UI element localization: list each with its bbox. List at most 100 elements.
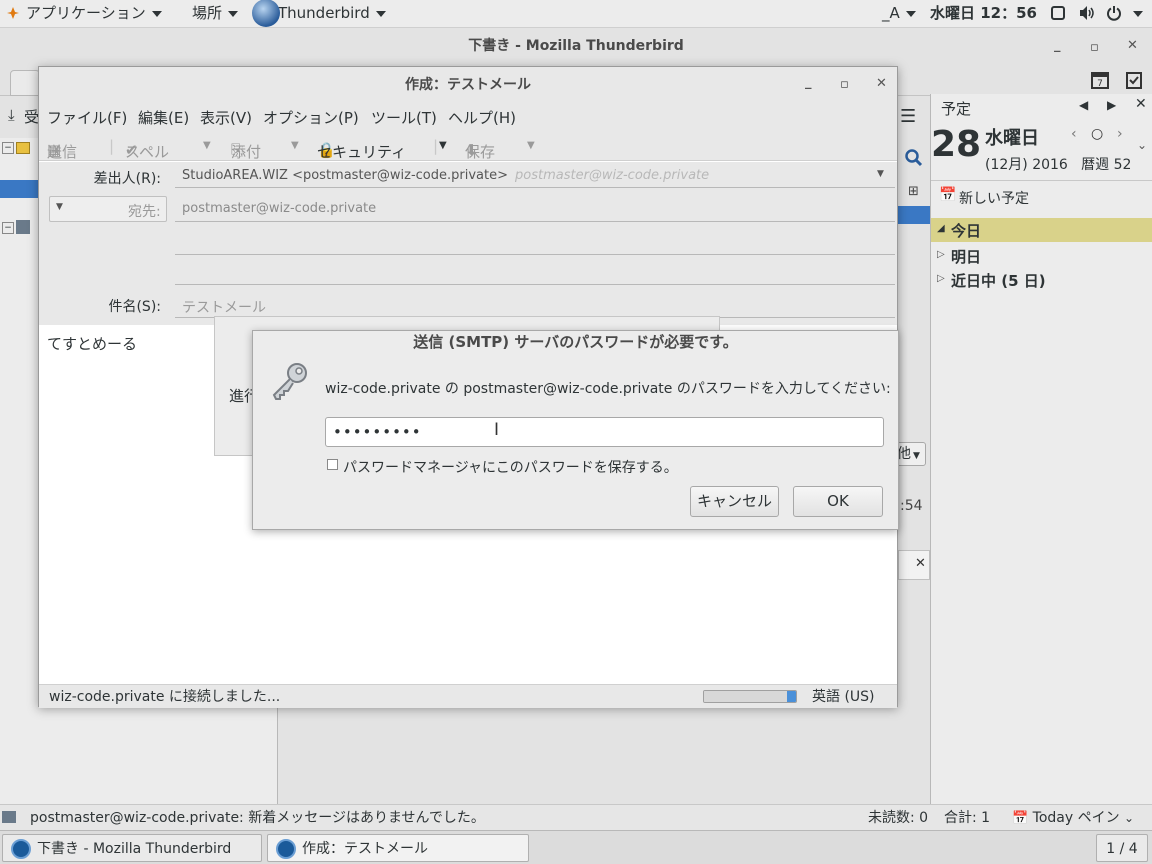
today-icon[interactable]: ○ [1091, 126, 1103, 142]
from-select[interactable]: StudioAREA.WIZ <postmaster@wiz-code.priv… [175, 166, 895, 188]
maximize-icon[interactable]: ▫ [1090, 40, 1099, 55]
today-pane-header: 予定 [941, 100, 972, 118]
save-label: 保存 [465, 143, 496, 161]
message-time: :54 [900, 498, 923, 514]
section-today-label: 今日 [951, 222, 982, 240]
places-menu[interactable]: 場所 [192, 0, 239, 28]
input-method-label: _A [882, 4, 900, 22]
section-tomorrow[interactable]: ▷ 明日 [931, 244, 1152, 268]
chevron-down-icon[interactable]: ▼ [439, 140, 447, 151]
close-icon[interactable]: ✕ [1127, 38, 1138, 53]
svg-text:7: 7 [1097, 79, 1103, 89]
key-icon [269, 361, 311, 407]
main-status-text: postmaster@wiz-code.private: 新着メッセージはありま… [30, 810, 485, 826]
menu-edit[interactable]: 編集(E) [138, 107, 189, 128]
next-day-icon[interactable]: › [1117, 126, 1123, 142]
smtp-password-dialog: 送信 (SMTP) サーバのパスワードが必要です。 wiz-code.priva… [252, 330, 899, 530]
previous-icon[interactable]: ◀ [1079, 98, 1088, 112]
password-value: ••••••••• [333, 423, 422, 441]
app-menu[interactable]: Thunderbird [252, 0, 386, 28]
send-label: 送信 [47, 143, 78, 161]
close-icon[interactable]: ✕ [1135, 96, 1147, 112]
search-button[interactable] [898, 144, 930, 172]
section-tomorrow-label: 明日 [951, 248, 982, 266]
notification-bar: ✕ [898, 550, 930, 580]
subject-field[interactable]: テストメール [175, 292, 895, 318]
task-compose-label: 作成：テストメール [302, 841, 428, 857]
password-input[interactable]: ••••••••• I [325, 417, 884, 447]
tab-mail[interactable] [10, 70, 40, 96]
menu-view[interactable]: 表示(V) [200, 107, 252, 128]
chevron-down-icon[interactable]: ⌄ [1137, 138, 1147, 152]
menu-help[interactable]: ヘルプ(H) [448, 107, 516, 128]
top-bar: アプリケーション 場所 Thunderbird _A 水曜日 12：56 [0, 0, 1152, 28]
account-icon [16, 142, 30, 154]
menu-tools[interactable]: ツール(T) [371, 107, 437, 128]
minimize-icon[interactable]: _ [805, 75, 812, 90]
from-value: StudioAREA.WIZ <postmaster@wiz-code.priv… [182, 168, 508, 183]
get-mail-button[interactable]: ⤓ 受 [0, 98, 40, 134]
collapse-icon[interactable]: − [2, 142, 14, 154]
power-menu[interactable] [1106, 0, 1143, 28]
new-event-label: 新しい予定 [959, 191, 1029, 207]
input-method-indicator[interactable]: _A [882, 0, 916, 28]
collapse-icon[interactable]: − [2, 222, 14, 234]
expanded-icon: ◢ [937, 223, 945, 234]
subject-value: テストメール [182, 300, 266, 316]
applications-label: アプリケーション [26, 4, 146, 22]
chevron-down-icon[interactable]: ▼ [203, 140, 211, 151]
chevron-down-icon[interactable]: ▼ [527, 140, 535, 151]
to-label: 宛先: [128, 204, 161, 220]
send-progress-fill [704, 691, 796, 702]
from-hint: postmaster@wiz-code.private [515, 168, 710, 183]
compose-header: 差出人(R): StudioAREA.WIZ <postmaster@wiz-c… [39, 162, 897, 325]
total-count: 合計: 1 [944, 810, 991, 826]
to-field[interactable]: postmaster@wiz-code.private [175, 196, 895, 222]
menu-options[interactable]: オプション(P) [263, 107, 359, 128]
menu-icon[interactable]: ☰ [900, 106, 916, 127]
volume-icon[interactable] [1078, 0, 1096, 28]
today-pane-toggle-label: Today ペイン [1032, 810, 1120, 826]
recipient-type-select[interactable]: ▼ 宛先: [49, 196, 167, 222]
prev-day-icon[interactable]: ‹ [1071, 126, 1077, 142]
close-icon[interactable]: ✕ [915, 556, 926, 571]
section-upcoming[interactable]: ▷ 近日中 (5 日) [931, 268, 1152, 292]
next-icon[interactable]: ▶ [1107, 98, 1116, 112]
places-label: 場所 [192, 4, 223, 22]
task-main-window[interactable]: 下書き - Mozilla Thunderbird [2, 834, 262, 862]
minimize-icon[interactable]: _ [1054, 38, 1061, 53]
body-text: てすとめーる [47, 335, 138, 353]
compose-title: 作成：テストメール [39, 67, 897, 103]
chevron-down-icon: ▼ [913, 451, 920, 461]
new-event-button[interactable]: 📅 新しい予定 [931, 180, 1152, 212]
send-progress-bar [703, 690, 797, 703]
cancel-button[interactable]: キャンセル [690, 486, 779, 517]
chevron-down-icon [228, 10, 239, 17]
close-icon[interactable]: ✕ [876, 76, 887, 91]
chevron-down-icon: ▼ [877, 169, 884, 179]
task-compose-window[interactable]: 作成：テストメール [267, 834, 529, 862]
today-pane-toggle[interactable]: 📅 Today ペイン ⌄ [1012, 805, 1134, 831]
workspace-switcher[interactable]: 1 / 4 [1096, 834, 1148, 862]
section-today[interactable]: ◢ 今日 [931, 218, 1152, 242]
ok-button[interactable]: OK [793, 486, 883, 517]
chevron-down-icon[interactable]: ▼ [291, 140, 299, 151]
month-year-week: (12月) 2016 暦週 52 [985, 157, 1132, 173]
maximize-icon[interactable]: ▫ [840, 77, 849, 92]
recipient-row-empty[interactable] [175, 284, 895, 285]
language-indicator[interactable]: 英語 (US) [812, 685, 875, 709]
column-picker-icon[interactable]: ⊞ [908, 184, 919, 199]
applications-menu[interactable]: アプリケーション [6, 0, 162, 28]
message-row-selected[interactable] [898, 206, 930, 224]
attach-label: 添付 [231, 143, 262, 161]
folder-row-selected[interactable] [0, 180, 38, 198]
other-actions-button[interactable]: 他 ▼ [896, 442, 926, 466]
screen-icon[interactable] [1050, 0, 1066, 28]
recipient-row-empty[interactable] [175, 254, 895, 255]
power-icon [1106, 4, 1127, 22]
menu-file[interactable]: ファイル(F) [47, 107, 127, 128]
tasks-icon[interactable] [1124, 70, 1144, 94]
calendar-icon[interactable]: 7 [1090, 70, 1110, 94]
clock[interactable]: 水曜日 12：56 [930, 0, 1037, 28]
taskbar: 下書き - Mozilla Thunderbird 作成：テストメール 1 / … [0, 830, 1152, 864]
